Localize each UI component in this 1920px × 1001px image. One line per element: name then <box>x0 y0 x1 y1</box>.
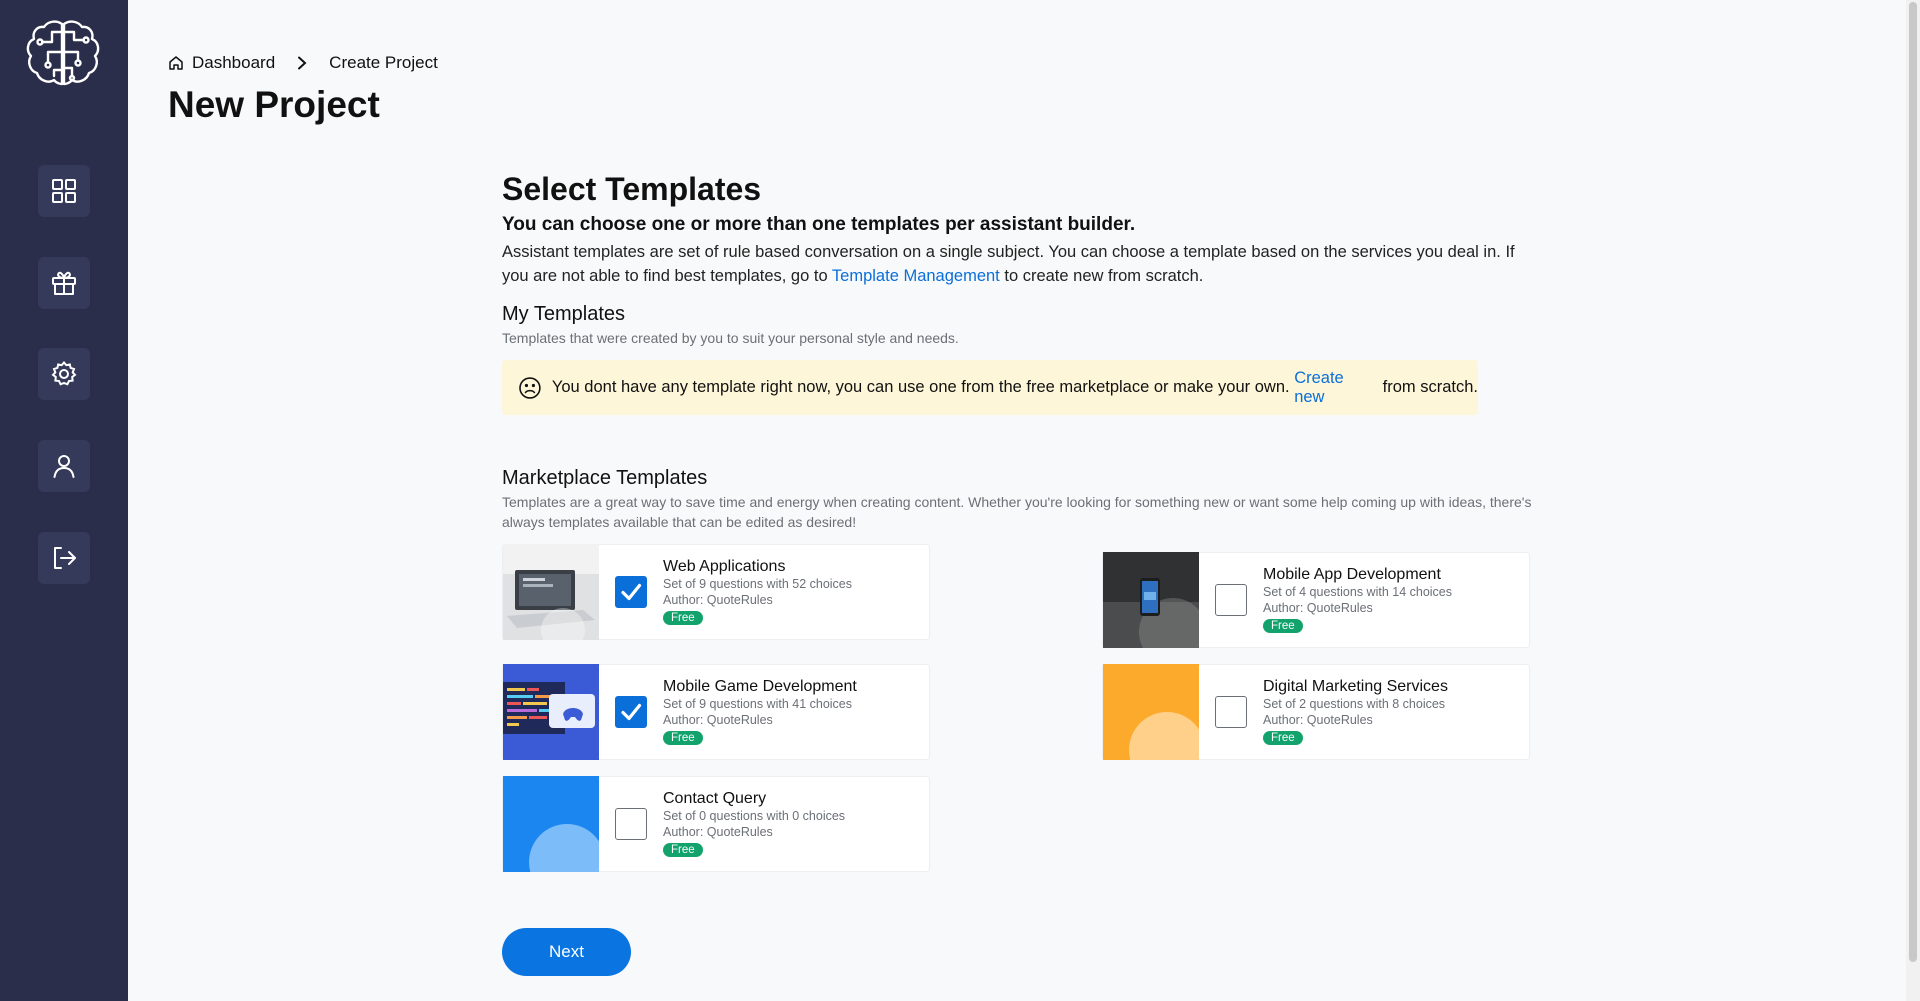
digital-marketing-services-checkbox[interactable] <box>1215 696 1247 728</box>
template-card-mobile-app-development[interactable]: Mobile App Development Set of 4 question… <box>1102 552 1530 648</box>
my-templates-title: My Templates <box>502 303 626 325</box>
marketplace-desc: Templates are a great way to save time a… <box>502 494 1532 530</box>
nav-gift-button[interactable] <box>38 257 90 309</box>
select-templates-desc: Assistant templates are set of rule base… <box>502 240 1542 288</box>
checkmark-icon <box>621 703 642 721</box>
page-title: New Project <box>168 84 380 125</box>
nav-profile-button[interactable] <box>38 440 90 492</box>
alert-text: You dont have any template right now, yo… <box>551 378 1295 396</box>
breadcrumb-dashboard-link[interactable]: Dashboard <box>192 53 275 73</box>
template-management-link[interactable]: Template Management <box>832 267 1000 285</box>
template-card-contact-query[interactable]: Contact Query Set of 0 questions with 0 … <box>502 776 930 872</box>
free-badge: Free <box>1263 619 1303 633</box>
chevron-right-icon <box>298 56 307 70</box>
mobile-game-development-checkbox[interactable] <box>615 696 647 728</box>
no-templates-alert: You dont have any template right now, yo… <box>502 360 1478 415</box>
contact-query-checkbox[interactable] <box>615 808 647 840</box>
card-info: Web Applications Set of 9 questions with… <box>663 558 852 626</box>
home-icon <box>169 56 183 70</box>
select-templates-title: Select Templates <box>502 171 762 207</box>
free-badge: Free <box>1263 731 1303 745</box>
gear-icon <box>51 360 77 386</box>
free-badge: Free <box>663 843 703 857</box>
gift-icon <box>52 271 76 295</box>
card-author: Author: QuoteRules <box>663 825 773 839</box>
blue-placeholder-thumbnail <box>503 776 599 872</box>
marketplace-title: Marketplace Templates <box>502 467 708 489</box>
scrollbar-thumb[interactable] <box>1909 2 1917 962</box>
my-templates-desc: Templates that were created by you to su… <box>502 330 959 346</box>
card-meta: Set of 9 questions with 52 choices <box>663 577 853 591</box>
card-info: Digital Marketing Services Set of 2 ques… <box>1263 678 1448 746</box>
template-card-mobile-game-development[interactable]: Mobile Game Development Set of 9 questio… <box>502 664 930 760</box>
nav-logout-button[interactable] <box>38 532 90 584</box>
laptop-thumbnail-image <box>503 544 599 640</box>
card-title: Web Applications <box>663 558 786 575</box>
card-info: Contact Query Set of 0 questions with 0 … <box>663 790 845 858</box>
alert-text-end: from scratch. <box>1378 378 1478 396</box>
card-title: Mobile Game Development <box>663 678 857 695</box>
card-info: Mobile Game Development Set of 9 questio… <box>663 678 857 746</box>
next-button[interactable]: Next <box>502 928 631 976</box>
create-new-link[interactable]: Create new <box>1294 369 1378 407</box>
desc-text-end: to create new from scratch. <box>999 267 1204 285</box>
card-meta: Set of 9 questions with 41 choices <box>663 697 853 711</box>
checkmark-icon <box>621 583 642 601</box>
sad-face-icon <box>519 376 541 399</box>
template-card-web-applications[interactable]: Web Applications Set of 9 questions with… <box>502 544 930 640</box>
breadcrumb-current: Create Project <box>329 53 438 72</box>
brain-logo-icon[interactable] <box>22 18 104 86</box>
card-meta: Set of 0 questions with 0 choices <box>663 809 846 823</box>
free-badge: Free <box>663 731 703 745</box>
breadcrumb: Dashboard Create Project <box>168 53 438 73</box>
card-author: Author: QuoteRules <box>1263 713 1373 727</box>
card-meta: Set of 2 questions with 8 choices <box>1263 697 1446 711</box>
card-author: Author: QuoteRules <box>663 713 773 727</box>
card-author: Author: QuoteRules <box>663 593 773 607</box>
web-applications-checkbox[interactable] <box>615 576 647 608</box>
card-meta: Set of 4 questions with 14 choices <box>1263 585 1453 599</box>
marketplace-section: Marketplace Templates Templates are a gr… <box>502 467 1542 532</box>
page-scrollbar[interactable] <box>1906 0 1920 1001</box>
phone-thumbnail-image <box>1103 552 1199 648</box>
card-author: Author: QuoteRules <box>1263 601 1373 615</box>
grid-icon <box>52 179 76 203</box>
card-title: Contact Query <box>663 790 767 807</box>
my-templates-section: My Templates Templates that were created… <box>502 303 1542 348</box>
nav-settings-button[interactable] <box>38 348 90 400</box>
user-icon <box>53 455 75 478</box>
logout-icon <box>54 547 76 569</box>
game-code-thumbnail-image <box>503 664 599 760</box>
free-badge: Free <box>663 611 703 625</box>
select-templates-subtitle: You can choose one or more than one temp… <box>502 214 1136 235</box>
sidebar <box>0 0 128 1001</box>
nav-dashboard-button[interactable] <box>38 165 90 217</box>
mobile-app-development-checkbox[interactable] <box>1215 584 1247 616</box>
select-templates-section: Select Templates You can choose one or m… <box>502 171 1542 288</box>
template-card-digital-marketing-services[interactable]: Digital Marketing Services Set of 2 ques… <box>1102 664 1530 760</box>
card-title: Digital Marketing Services <box>1263 678 1448 695</box>
card-title: Mobile App Development <box>1263 566 1441 583</box>
orange-placeholder-thumbnail <box>1103 664 1199 760</box>
card-info: Mobile App Development Set of 4 question… <box>1263 566 1452 634</box>
